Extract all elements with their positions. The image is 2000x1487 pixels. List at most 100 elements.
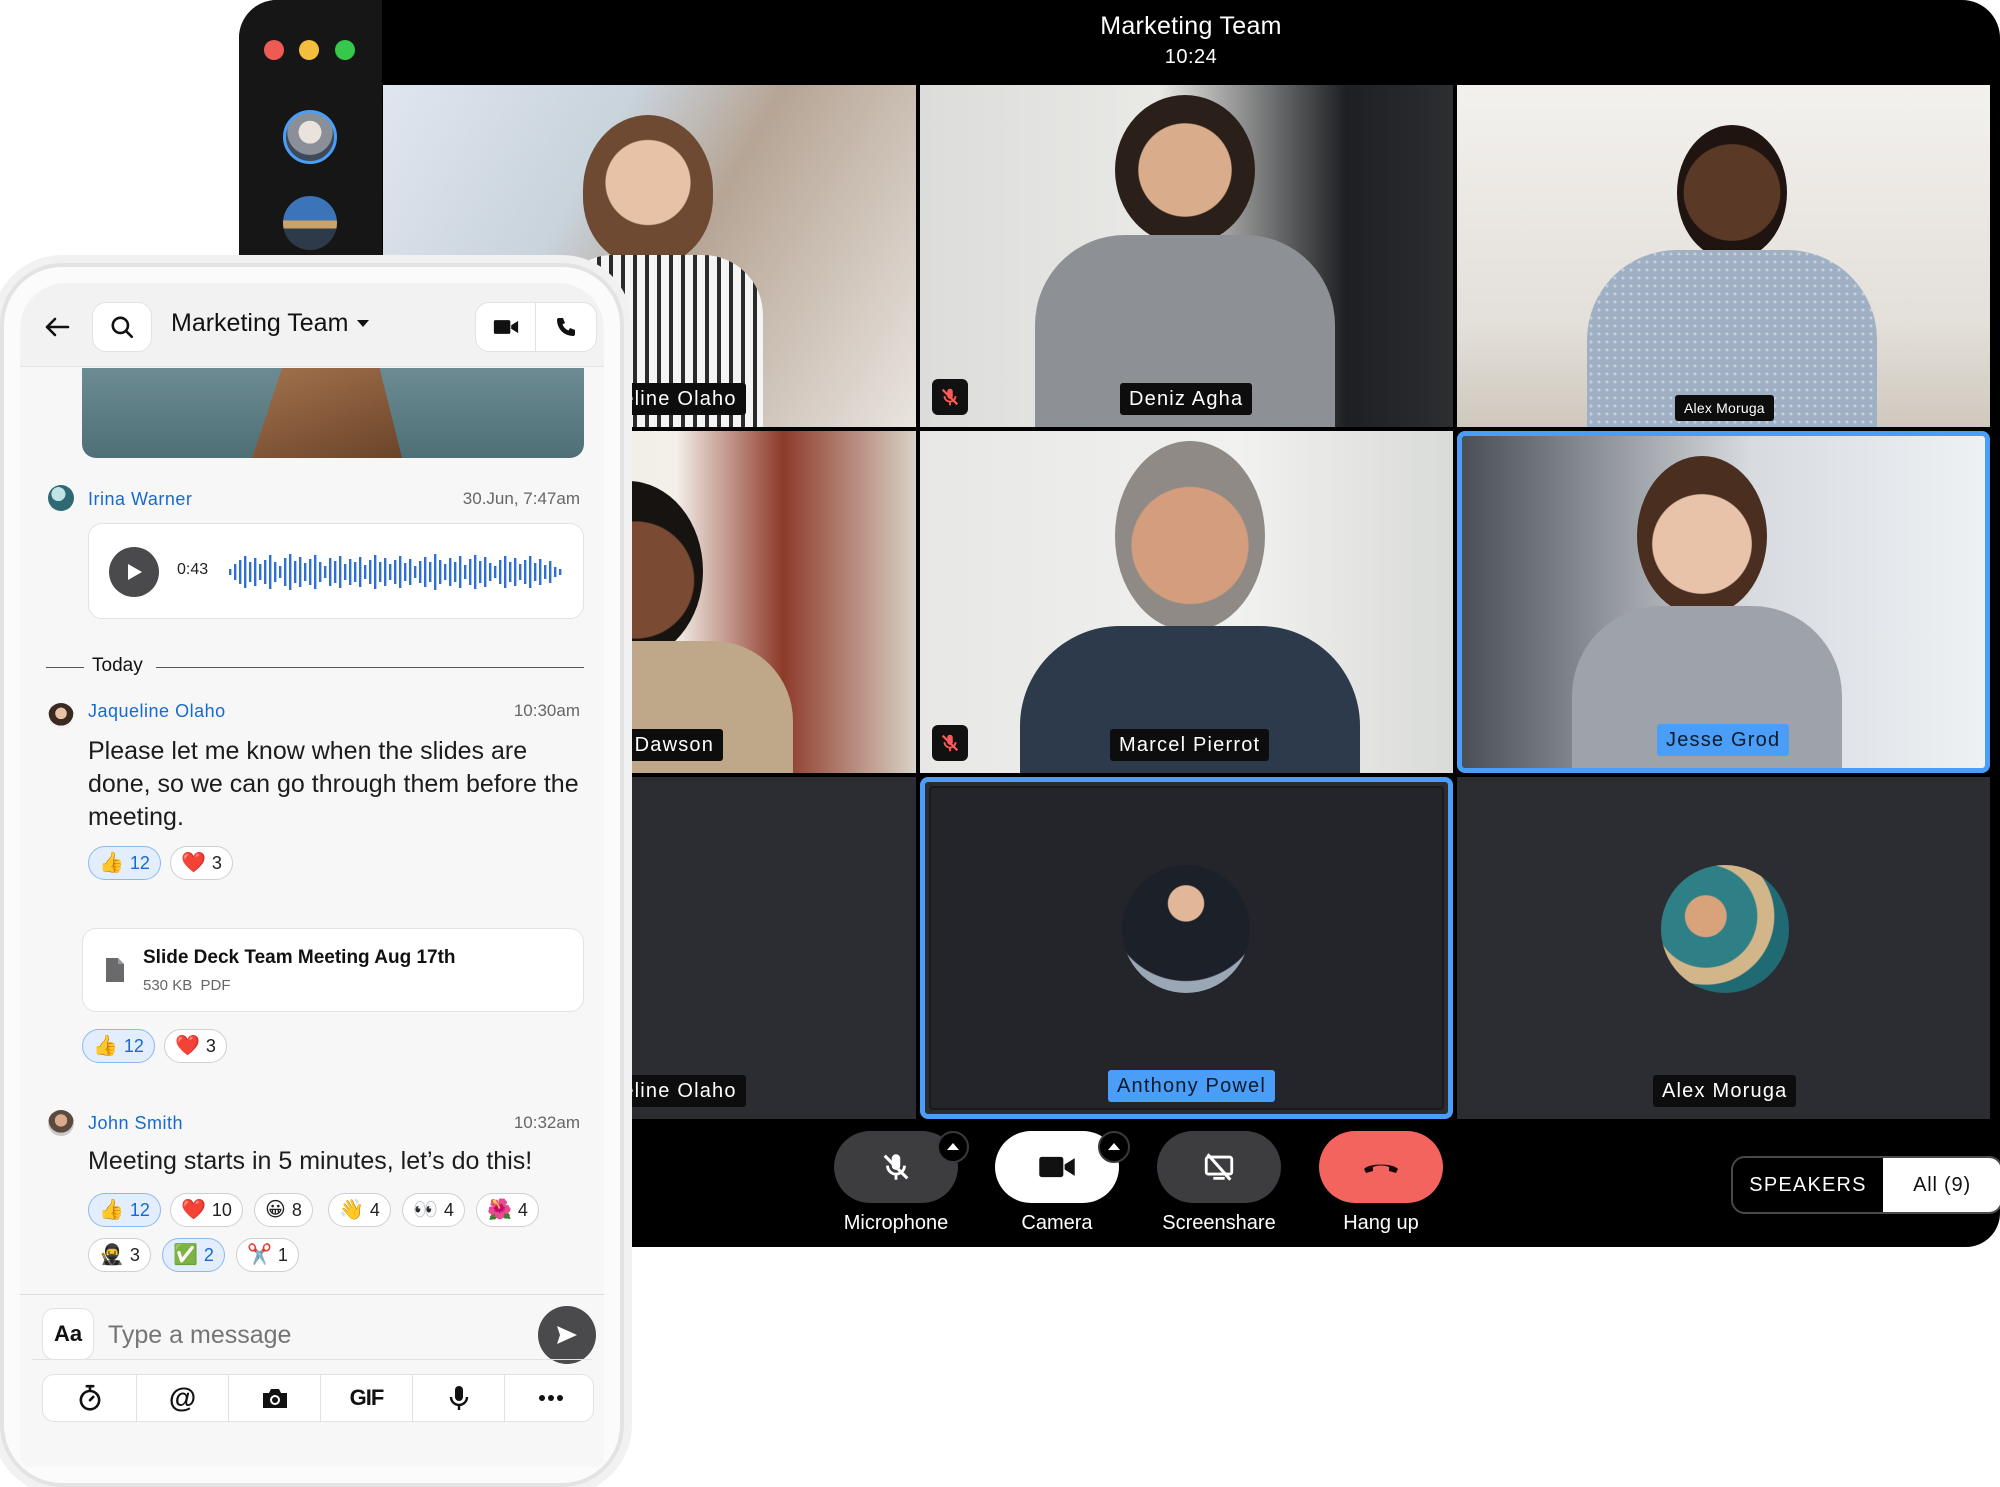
hang-up-phone-icon [1364, 1164, 1398, 1173]
reaction-chip[interactable]: 👍 12 [88, 1193, 161, 1227]
gif-icon: GIF [349, 1385, 385, 1410]
reaction-chip[interactable]: ❤️ 10 [170, 1193, 243, 1227]
voice-call-button[interactable] [536, 303, 596, 351]
image-attachment-boat [252, 368, 402, 458]
screenshare-label: Screenshare [1162, 1212, 1276, 1234]
reaction-chip[interactable]: 🌺 4 [476, 1193, 539, 1227]
participant-name-tag: Marcel Pierrot [1110, 729, 1270, 761]
avatar [48, 1110, 74, 1136]
message-author[interactable]: Irina Warner [88, 489, 192, 510]
hang-up-button[interactable] [1319, 1131, 1443, 1203]
reaction-chip[interactable]: 👋 4 [328, 1193, 391, 1227]
composer-divider [20, 1294, 604, 1295]
reaction-count: 4 [517, 1199, 528, 1220]
play-icon [128, 564, 142, 580]
muted-mic-icon [932, 725, 968, 761]
ellipsis-icon [538, 1395, 563, 1401]
heart-icon: ❤️ [181, 852, 206, 874]
hang-up-label: Hang up [1343, 1212, 1419, 1234]
message-author[interactable]: John Smith [88, 1113, 183, 1134]
reaction-count: 4 [443, 1199, 454, 1220]
phone-icon [557, 318, 575, 336]
participant-tile[interactable]: Alex Moruga [1457, 85, 1990, 427]
heart-icon: ❤️ [181, 1199, 206, 1221]
reaction-chip[interactable]: 😀 8 [254, 1193, 313, 1227]
speakers-view-tab[interactable]: SPEAKERS [1733, 1158, 1883, 1212]
video-call-button[interactable] [476, 303, 537, 351]
file-meta: 530 KB PDF [143, 977, 231, 994]
search-button[interactable] [92, 302, 152, 352]
participant-avatar [1661, 865, 1789, 993]
microphone-options-caret[interactable] [937, 1131, 969, 1163]
chat-title-dropdown[interactable]: Marketing Team [171, 309, 370, 338]
reaction-count: 1 [277, 1244, 288, 1265]
maximize-window-button[interactable] [335, 40, 355, 60]
close-window-button[interactable] [264, 40, 284, 60]
participant-tile-speaking[interactable]: Anthony Powel [920, 777, 1453, 1119]
send-button[interactable] [538, 1306, 596, 1364]
participant-avatar [1122, 865, 1250, 993]
mention-button[interactable]: @ [136, 1374, 228, 1422]
message-author[interactable]: Jaqueline Olaho [88, 701, 226, 722]
audio-waveform[interactable] [229, 550, 563, 594]
text-format-button[interactable]: Aa [42, 1308, 94, 1360]
voice-message: 0:43 [88, 523, 584, 619]
document-icon [106, 958, 124, 982]
participant-tile[interactable]: Alex Moruga [1457, 777, 1990, 1119]
reaction-count: 2 [203, 1244, 214, 1265]
participant-tile[interactable]: Deniz Agha [920, 85, 1453, 427]
participant-video [1677, 125, 1787, 260]
file-attachment[interactable]: Slide Deck Team Meeting Aug 17th 530 KB … [82, 928, 584, 1012]
message-time: 30.Jun, 7:47am [462, 489, 580, 508]
reaction-chip[interactable]: ✂️ 1 [236, 1238, 299, 1272]
chevron-down-icon [357, 320, 370, 327]
reaction-chip[interactable]: ❤️ 3 [170, 846, 233, 880]
message-text: Meeting starts in 5 minutes, let’s do th… [88, 1147, 533, 1175]
at-sign-icon: @ [168, 1382, 197, 1413]
chat-title: Marketing Team [171, 309, 349, 337]
eyes-icon: 👀 [413, 1199, 438, 1221]
gif-button[interactable]: GIF [320, 1374, 412, 1422]
more-options-button[interactable] [504, 1374, 596, 1422]
reaction-count: 3 [129, 1244, 140, 1265]
participant-tile[interactable]: Marcel Pierrot [920, 431, 1453, 773]
reaction-count: 3 [205, 1035, 216, 1056]
reaction-chip[interactable]: 👍 12 [88, 846, 161, 880]
reaction-count: 8 [291, 1199, 302, 1220]
microphone-icon [449, 1386, 468, 1410]
reaction-chip[interactable]: 🥷 3 [88, 1238, 151, 1272]
voice-record-button[interactable] [412, 1374, 504, 1422]
message-time: 10:30am [513, 701, 580, 720]
message-input[interactable] [106, 1311, 526, 1359]
timer-button[interactable] [44, 1374, 136, 1422]
sidebar-avatar-active[interactable] [283, 110, 337, 164]
waving-hand-icon: 👋 [339, 1199, 364, 1221]
play-button[interactable] [109, 547, 159, 597]
reaction-chip[interactable]: ✅ 2 [162, 1238, 225, 1272]
minimize-window-button[interactable] [299, 40, 319, 60]
all-view-tab[interactable]: All (9) [1883, 1158, 2000, 1212]
divider-line [46, 667, 84, 668]
participant-video [1115, 441, 1265, 631]
participant-tile-speaking[interactable]: Jesse Grod [1457, 431, 1990, 773]
reaction-chip[interactable]: 👀 4 [402, 1193, 465, 1227]
camera-attach-button[interactable] [228, 1374, 320, 1422]
stopwatch-icon [79, 1384, 101, 1411]
voice-duration: 0:43 [177, 561, 209, 578]
view-toggle: SPEAKERS All (9) [1731, 1156, 2000, 1214]
participant-video [1115, 95, 1255, 245]
participant-name-tag: Alex Moruga [1653, 1075, 1797, 1107]
back-arrow-icon[interactable] [40, 310, 74, 344]
reaction-count: 12 [129, 852, 150, 873]
reaction-chip[interactable]: 👍 12 [82, 1029, 155, 1063]
composer-divider [32, 1359, 592, 1360]
call-duration: 10:24 [1164, 46, 1218, 68]
reaction-chip[interactable]: ❤️ 3 [164, 1029, 227, 1063]
divider-line [156, 667, 584, 668]
camera-icon [262, 1389, 287, 1408]
screenshare-button[interactable] [1157, 1131, 1281, 1203]
sidebar-avatar[interactable] [283, 196, 337, 250]
screenshare-off-icon [1204, 1153, 1234, 1181]
image-attachment[interactable] [82, 368, 584, 458]
camera-options-caret[interactable] [1098, 1131, 1130, 1163]
